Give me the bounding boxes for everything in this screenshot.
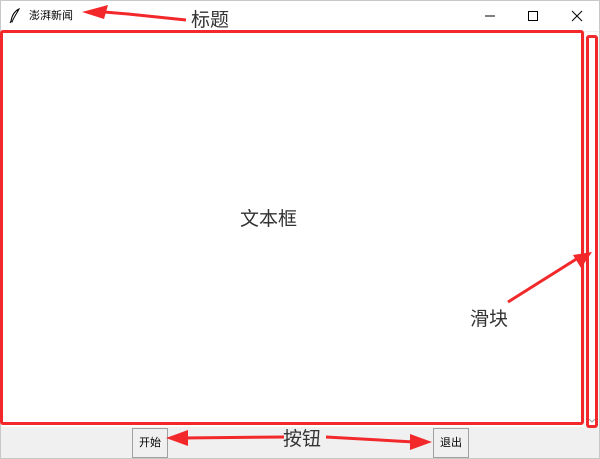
feather-icon <box>9 8 21 24</box>
title-bar[interactable]: 澎湃新闻 <box>1 1 599 31</box>
button-annotation: 按钮 <box>283 428 322 450</box>
window-title: 澎湃新闻 <box>29 9 73 22</box>
quit-button[interactable]: 退出 <box>433 428 469 458</box>
app-window: 澎湃新闻 开始 退出 <box>0 0 600 459</box>
slider-annotation: 滑块 <box>470 308 509 330</box>
minimize-button[interactable] <box>467 1 513 31</box>
maximize-icon <box>528 11 538 21</box>
close-button[interactable] <box>554 1 599 31</box>
textbox-annotation: 文本框 <box>240 208 298 230</box>
title-annotation: 标题 <box>191 9 230 31</box>
scroll-down-icon[interactable] <box>589 419 595 423</box>
vertical-scrollbar[interactable] <box>585 32 599 427</box>
minimize-icon <box>485 15 495 17</box>
close-icon <box>571 10 583 22</box>
maximize-button[interactable] <box>510 1 556 31</box>
start-button[interactable]: 开始 <box>132 428 168 458</box>
